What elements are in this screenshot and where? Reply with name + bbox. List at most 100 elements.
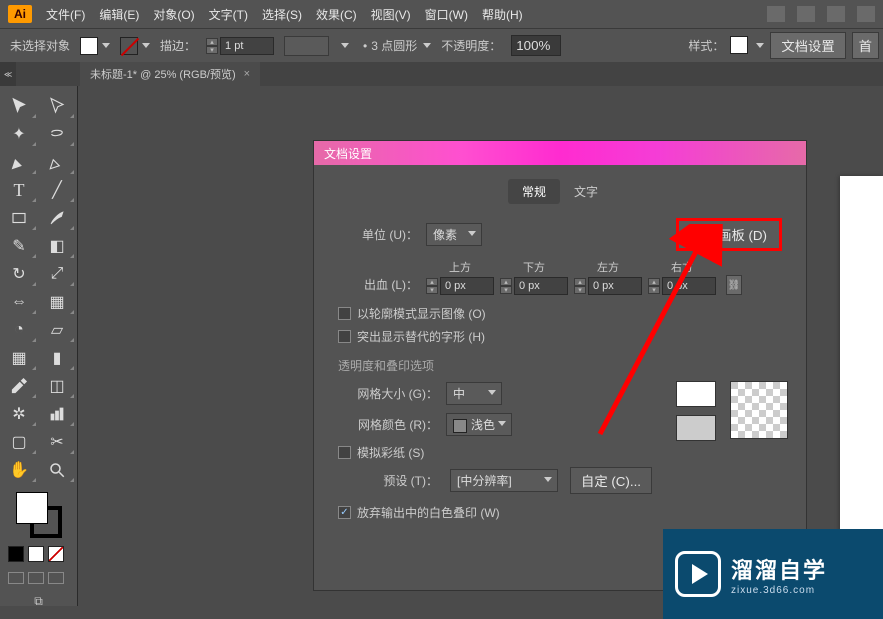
artboard-tool[interactable]: ▢	[0, 428, 38, 456]
variable-width-profile[interactable]	[284, 36, 329, 56]
symbol-sprayer-tool[interactable]: ✲	[0, 400, 38, 428]
preset-select[interactable]: [中分辨率]	[450, 469, 558, 492]
simulate-paper-checkbox[interactable]	[338, 446, 351, 459]
close-tab-icon[interactable]: ×	[244, 68, 250, 80]
simulate-paper-label: 模拟彩纸 (S)	[357, 444, 424, 461]
menu-effect[interactable]: 效果(C)	[316, 6, 357, 23]
fill-stroke-indicator[interactable]	[14, 490, 64, 540]
sync-icon[interactable]	[857, 6, 875, 22]
highlight-glyphs-checkbox[interactable]	[338, 330, 351, 343]
shape-builder-tool[interactable]: ◔	[0, 316, 38, 344]
stroke-label: 描边：	[160, 37, 196, 54]
menu-view[interactable]: 视图(V)	[371, 6, 411, 23]
scale-tool[interactable]: ⤢	[38, 260, 76, 288]
eraser-tool[interactable]: ◧	[38, 232, 76, 260]
draw-inside-icon[interactable]	[48, 572, 64, 584]
rectangle-tool[interactable]	[0, 204, 38, 232]
magic-wand-tool[interactable]: ✦	[0, 120, 38, 148]
grid-size-select[interactable]: 中	[446, 382, 502, 405]
outline-mode-checkbox[interactable]	[338, 307, 351, 320]
brush-def-label[interactable]: 3 点圆形	[371, 37, 417, 54]
column-graph-tool[interactable]	[38, 400, 76, 428]
draw-behind-icon[interactable]	[28, 572, 44, 584]
perspective-tool[interactable]: ▱	[38, 316, 76, 344]
opacity-input[interactable]	[511, 35, 561, 56]
workspace-icon[interactable]	[767, 6, 785, 22]
direct-selection-tool[interactable]	[38, 92, 76, 120]
menu-window[interactable]: 窗口(W)	[425, 6, 468, 23]
discard-white-label: 放弃输出中的白色叠印 (W)	[357, 504, 500, 521]
blend-tool[interactable]: ◫	[38, 372, 76, 400]
tab-type[interactable]: 文字	[560, 179, 612, 204]
preferences-button[interactable]: 首	[852, 32, 879, 59]
fill-swatch[interactable]	[80, 37, 98, 55]
edit-artboard-button[interactable]: 编辑画板 (D)	[676, 218, 782, 251]
line-tool[interactable]: ╱	[38, 176, 76, 204]
grid-size-label: 网格大小 (G)：	[338, 385, 438, 402]
mesh-tool[interactable]: ▦	[0, 344, 38, 372]
unit-select[interactable]: 像素	[426, 223, 482, 246]
app-logo: Ai	[8, 5, 32, 23]
gradient-tool[interactable]: ▮	[38, 344, 76, 372]
slice-tool[interactable]: ✂	[38, 428, 76, 456]
selection-tool[interactable]	[0, 92, 38, 120]
transparency-preview	[730, 381, 788, 439]
eyedropper-tool[interactable]	[0, 372, 38, 400]
free-transform-tool[interactable]: ▦	[38, 288, 76, 316]
document-tab-title: 未标题-1* @ 25% (RGB/预览)	[90, 66, 236, 82]
style-label: 样式：	[688, 37, 724, 54]
stroke-weight-input[interactable]: ▴▾	[206, 37, 274, 55]
discard-white-checkbox[interactable]: ✓	[338, 506, 351, 519]
color-mode-icon[interactable]	[8, 546, 24, 562]
type-tool[interactable]: T	[0, 176, 38, 204]
grid-color-label: 网格颜色 (R)：	[338, 416, 438, 433]
screen-mode-icon[interactable]: ⧉	[0, 594, 77, 609]
none-mode-icon[interactable]	[48, 546, 64, 562]
bleed-bottom-input[interactable]: ▴▾	[500, 277, 568, 295]
menu-type[interactable]: 文字(T)	[209, 6, 248, 23]
curvature-tool[interactable]	[38, 148, 76, 176]
transparency-section-title: 透明度和叠印选项	[338, 357, 782, 374]
style-swatch[interactable]	[730, 36, 748, 54]
document-setup-button[interactable]: 文档设置	[770, 32, 845, 59]
grid-preview-light	[676, 381, 716, 407]
grid-preview-dark	[676, 415, 716, 441]
lasso-tool[interactable]	[38, 120, 76, 148]
custom-preset-button[interactable]: 自定 (C)...	[570, 467, 652, 494]
arrange-icon[interactable]	[827, 6, 845, 22]
bleed-right-input[interactable]: ▴▾	[648, 277, 716, 295]
watermark: 溜溜自学 zixue.3d66.com	[663, 529, 883, 619]
toolbox: ✦ T╱ ✎◧ ↻⤢ ⇔▦ ◔▱ ▦▮ ◫ ✲ ▢✂ ✋ ⧉	[0, 86, 78, 606]
zoom-tool[interactable]	[38, 456, 76, 484]
bleed-right-label: 右方	[671, 259, 693, 275]
pen-tool[interactable]	[0, 148, 38, 176]
watermark-title: 溜溜自学	[731, 553, 827, 585]
tab-general[interactable]: 常规	[508, 179, 560, 204]
stock-icon[interactable]	[797, 6, 815, 22]
stroke-swatch[interactable]	[120, 37, 138, 55]
panel-collapse-icon[interactable]: ≪	[0, 62, 16, 86]
menubar: Ai 文件(F) 编辑(E) 对象(O) 文字(T) 选择(S) 效果(C) 视…	[0, 0, 883, 28]
paintbrush-tool[interactable]	[38, 204, 76, 232]
menu-object[interactable]: 对象(O)	[153, 6, 194, 23]
bleed-left-input[interactable]: ▴▾	[574, 277, 642, 295]
shaper-tool[interactable]: ✎	[0, 232, 38, 260]
menu-edit[interactable]: 编辑(E)	[99, 6, 139, 23]
rotate-tool[interactable]: ↻	[0, 260, 38, 288]
document-tab[interactable]: 未标题-1* @ 25% (RGB/预览) ×	[80, 62, 260, 86]
menu-select[interactable]: 选择(S)	[262, 6, 302, 23]
menu-help[interactable]: 帮助(H)	[482, 6, 523, 23]
opacity-label: 不透明度：	[441, 37, 501, 54]
menu-file[interactable]: 文件(F)	[46, 6, 85, 23]
bleed-top-input[interactable]: ▴▾	[426, 277, 494, 295]
dialog-tabs: 常规 文字	[338, 179, 782, 204]
document-tabs: 未标题-1* @ 25% (RGB/预览) ×	[0, 62, 883, 86]
link-bleed-icon[interactable]: ⛓	[726, 275, 742, 295]
grid-color-select[interactable]: 浅色	[446, 413, 512, 436]
bleed-bottom-label: 下方	[523, 259, 545, 275]
gradient-mode-icon[interactable]	[28, 546, 44, 562]
width-tool[interactable]: ⇔	[0, 288, 38, 316]
play-icon	[675, 551, 721, 597]
hand-tool[interactable]: ✋	[0, 456, 38, 484]
draw-normal-icon[interactable]	[8, 572, 24, 584]
